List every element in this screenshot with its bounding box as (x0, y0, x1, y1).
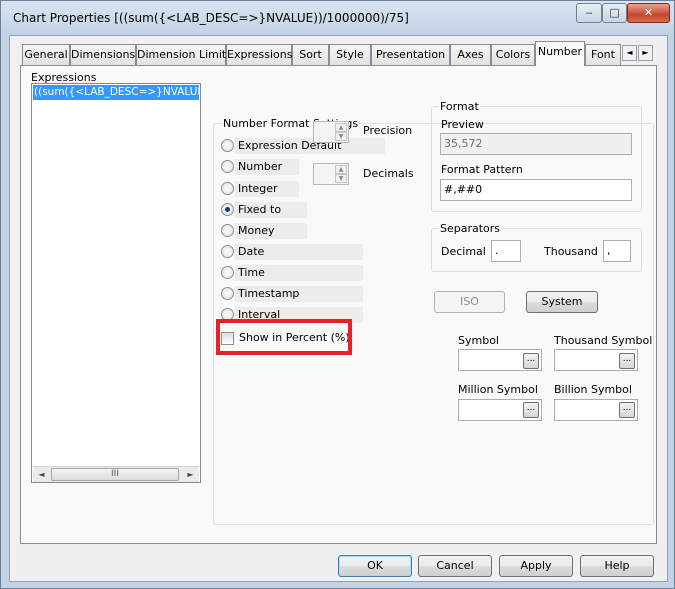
million-symbol-label: Million Symbol (458, 383, 538, 396)
tab-label: Number (537, 45, 583, 58)
scroll-right-icon[interactable]: ► (183, 468, 198, 482)
tab-label: Font (591, 48, 615, 61)
preview-label: Preview (441, 118, 484, 131)
tab-axes[interactable]: Axes (450, 44, 491, 65)
radio-label: Integer (238, 182, 278, 195)
thousand-symbol-label: Thousand Symbol (554, 334, 653, 347)
symbol-label: Symbol (458, 334, 499, 347)
tab-label: Colors (495, 48, 531, 61)
spin-up-icon[interactable]: ▲ (335, 165, 347, 174)
decimal-separator-input[interactable]: . (491, 240, 521, 262)
tab-label: Axes (457, 48, 484, 61)
radio-label: Date (238, 245, 265, 258)
highlight-annotation-box (216, 319, 352, 355)
tab-font[interactable]: Font (585, 44, 621, 65)
close-icon: ✕ (643, 6, 654, 19)
tab-label: Dimension Limits (137, 48, 232, 61)
ok-button[interactable]: OK (338, 555, 412, 577)
scroll-left-icon[interactable]: ◄ (34, 468, 49, 482)
radio-number[interactable] (221, 160, 234, 173)
precision-spinner[interactable]: ▲ ▼ (313, 121, 349, 143)
tab-dimensions[interactable]: Dimensions (70, 44, 136, 65)
tab-label: Sort (299, 48, 322, 61)
minimize-button[interactable]: ‒ (576, 3, 602, 23)
tab-label: Style (336, 48, 364, 61)
list-item[interactable]: ((sum({<LAB_DESC=>}NVALUE))/ (33, 85, 199, 100)
spin-down-icon[interactable]: ▼ (335, 132, 347, 141)
dialog-window: Chart Properties [((sum({<LAB_DESC=>}NVA… (0, 0, 675, 589)
window-title: Chart Properties [((sum({<LAB_DESC=>}NVA… (13, 11, 409, 25)
tab-sort[interactable]: Sort (292, 44, 329, 65)
tab-presentation[interactable]: Presentation (371, 44, 450, 65)
apply-button[interactable]: Apply (499, 555, 573, 577)
iso-button[interactable]: ISO (434, 291, 505, 313)
help-button[interactable]: Help (580, 555, 654, 577)
title-bar[interactable]: Chart Properties [((sum({<LAB_DESC=>}NVA… (1, 1, 674, 35)
left-arrow-icon: ◄ (626, 48, 633, 57)
grip-icon: III (111, 469, 119, 479)
tab-style[interactable]: Style (329, 44, 371, 65)
tab-label: Presentation (375, 48, 446, 61)
minimize-icon: ‒ (585, 6, 593, 19)
radio-label: Time (238, 266, 265, 279)
tab-expressions[interactable]: Expressions (226, 44, 292, 65)
symbol-browse-button[interactable]: ... (523, 353, 539, 369)
tab-number[interactable]: Number (535, 41, 585, 66)
billion-symbol-label: Billion Symbol (554, 383, 632, 396)
radio-label: Number (238, 160, 283, 173)
spin-up-icon[interactable]: ▲ (335, 123, 347, 132)
system-button[interactable]: System (526, 291, 598, 313)
decimals-label: Decimals (363, 167, 414, 180)
billion-symbol-browse-button[interactable]: ... (619, 402, 635, 418)
radio-label: Money (238, 224, 275, 237)
thousand-separator-input[interactable]: , (603, 240, 631, 262)
format-pattern-input[interactable]: #,##0 (440, 179, 632, 201)
preview-field: 35,572 (440, 133, 632, 155)
maximize-icon: □ (609, 6, 620, 19)
separators-group-label: Separators (439, 222, 502, 235)
number-tab-panel: Expressions ((sum({<LAB_DESC=>}NVALUE))/… (20, 65, 657, 544)
tab-label: Expressions (227, 48, 293, 61)
tab-general[interactable]: General (22, 44, 70, 65)
spin-down-icon[interactable]: ▼ (335, 174, 347, 183)
radio-fixed-to[interactable] (221, 203, 234, 216)
close-button[interactable]: ✕ (627, 3, 670, 23)
radio-date[interactable] (221, 245, 234, 258)
tab-scroll-left-button[interactable]: ◄ (622, 45, 637, 61)
precision-label: Precision (363, 124, 413, 137)
maximize-button[interactable]: □ (602, 3, 627, 23)
radio-time[interactable] (221, 266, 234, 279)
format-group-label: Format (439, 100, 480, 113)
expressions-list[interactable]: ((sum({<LAB_DESC=>}NVALUE))/ ◄ III ► (31, 83, 201, 483)
decimals-spinner[interactable]: ▲ ▼ (313, 163, 349, 185)
tab-colors[interactable]: Colors (491, 44, 535, 65)
thousand-separator-label: Thousand (544, 245, 598, 258)
tab-label: Dimensions (71, 48, 136, 61)
radio-timestamp[interactable] (221, 287, 234, 300)
scrollbar-thumb[interactable]: III (51, 468, 179, 481)
format-pattern-label: Format Pattern (441, 163, 523, 176)
radio-label: Fixed to (238, 203, 282, 216)
radio-money[interactable] (221, 224, 234, 237)
tab-scroll-right-button[interactable]: ► (638, 45, 653, 61)
dialog-client-area: General Dimensions Dimension Limits Expr… (9, 35, 668, 582)
thousand-symbol-browse-button[interactable]: ... (619, 353, 635, 369)
tab-label: General (24, 48, 68, 61)
horizontal-scrollbar[interactable]: ◄ III ► (33, 466, 199, 482)
radio-label: Timestamp (238, 287, 300, 300)
decimal-separator-label: Decimal (441, 245, 486, 258)
radio-expression-default[interactable] (221, 139, 234, 152)
tab-dimension-limits[interactable]: Dimension Limits (136, 44, 232, 65)
cancel-button[interactable]: Cancel (418, 555, 492, 577)
million-symbol-browse-button[interactable]: ... (523, 402, 539, 418)
radio-integer[interactable] (221, 182, 234, 195)
right-arrow-icon: ► (642, 48, 649, 57)
